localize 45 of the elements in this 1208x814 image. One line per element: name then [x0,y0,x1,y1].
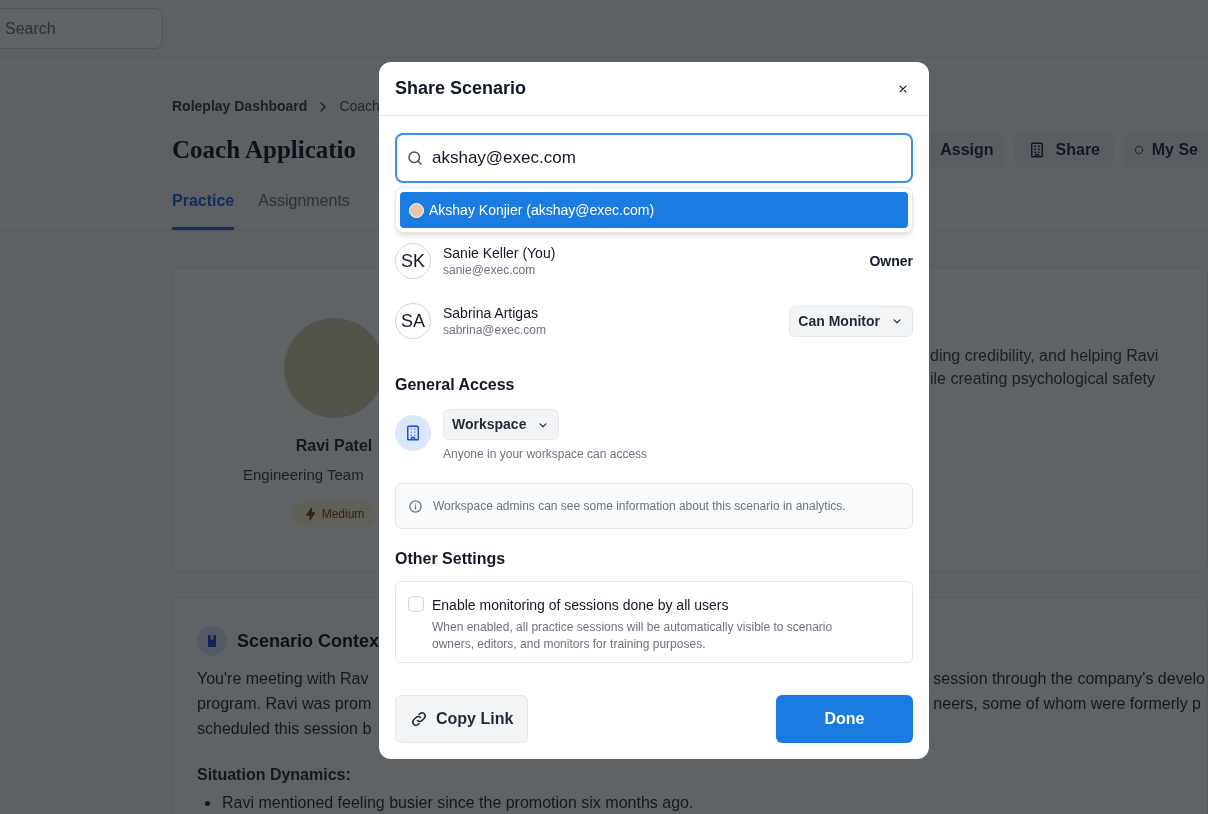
email-input[interactable]: akshay@exec.com [432,145,902,171]
breadcrumb-link[interactable]: Roleplay Dashboard [172,96,308,117]
paragraph-text: scheduled this session b [197,719,372,739]
checkbox[interactable] [408,596,424,612]
person-name: Sabrina Artigas [443,304,539,322]
info-icon [408,498,423,514]
access-dropdown[interactable]: Workspace [443,409,560,440]
info-text: Workspace admins can see some information about this scenario in analytics. [433,498,846,515]
dialog-title: Share Scenario [395,77,527,100]
section-heading: General Access [395,375,516,395]
breadcrumb-current: Coach [339,97,380,116]
section-heading: Other Settings [395,549,507,569]
page-title: Coach Applicatio [172,135,357,166]
persona-team: Engineering Team [243,465,364,485]
done-button[interactable]: Done [776,695,913,743]
avatar-icon [409,202,424,218]
paragraph-text: neers, some of whom were formerly p [933,694,1202,714]
paragraph-text: You're meeting with Rav [197,669,370,689]
person-email: sanie@exec.com [443,262,537,278]
setting-label: Enable monitoring of sessions done by all users [432,596,730,615]
paragraph-text: session through the company's develo [933,669,1205,689]
book-icon [197,626,227,656]
link-icon [410,710,428,728]
suggestion-option[interactable]: Akshay Konjier (akshay@exec.com) [400,192,908,228]
lightning-icon [303,506,318,521]
bullet-text: Ravi mentioned feeling busier since the promotion six months ago. [222,793,694,813]
search-icon [406,149,424,167]
description-text: ile creating psychological safety [930,369,1156,389]
role-label: Owner [869,251,913,271]
copy-link-button[interactable]: Copy Link [395,695,529,743]
person-name: Sanie Keller (You) [443,244,556,262]
description-text: ding credibility, and helping Ravi [930,346,1159,366]
tab[interactable]: Practice [172,189,235,230]
building-icon [395,415,431,451]
role-dropdown[interactable]: Can Monitor [789,305,913,337]
setting-description: When enabled, all practice sessions will be automatically visible to scenario owners, editors, and monitors for training purposes. [432,619,834,653]
email-search-field[interactable]: akshay@exec.com [395,133,913,183]
paragraph-text: program. Ravi was prom [197,694,372,714]
subheading: Situation Dynamics: [197,765,352,785]
persona-name: Ravi Patel [295,436,373,456]
bullet-icon [205,800,210,806]
difficulty-badge: Medium [291,500,377,527]
person-email: sabrina@exec.com [443,322,546,338]
access-hint: Anyone in your workspace can access [443,446,648,463]
section-title: Scenario Contex [237,629,380,653]
